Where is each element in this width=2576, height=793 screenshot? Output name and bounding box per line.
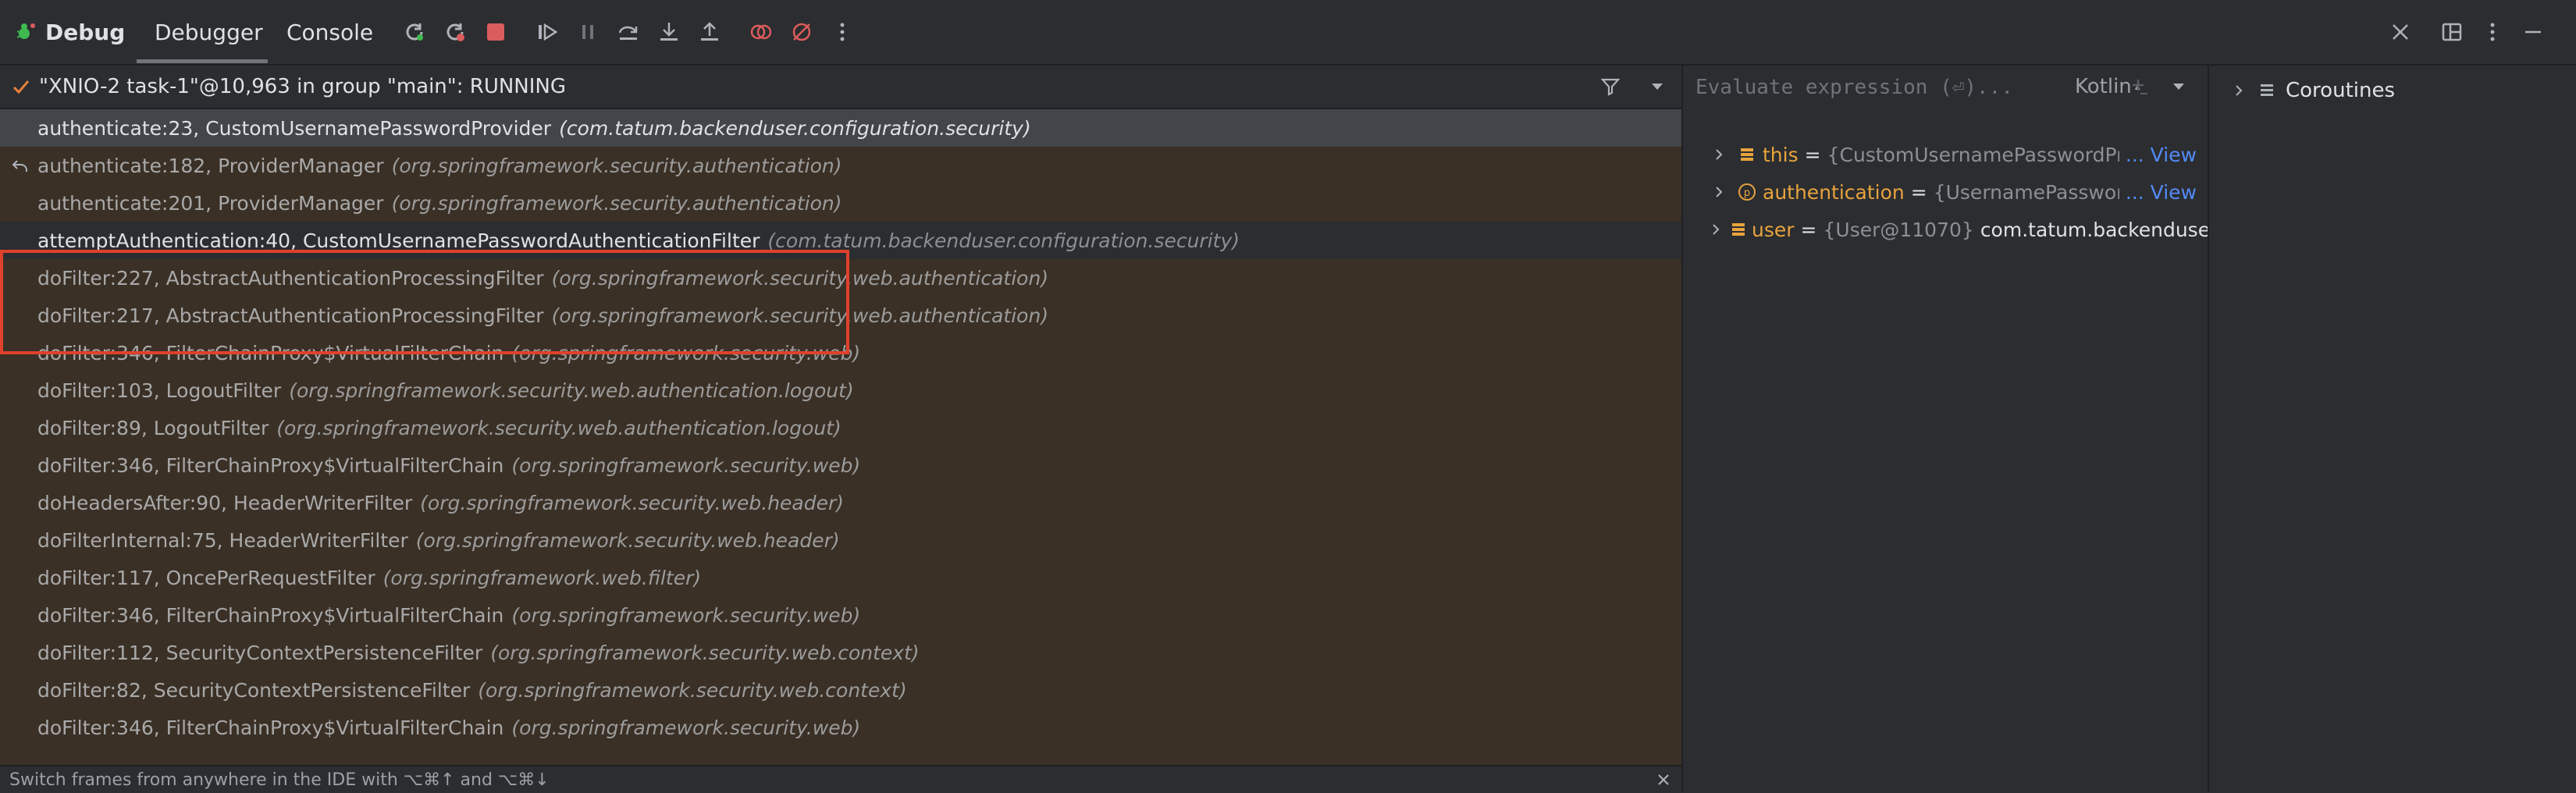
frame-row[interactable]: doFilter:117, OncePerRequestFilter (org.s… bbox=[0, 559, 1681, 596]
frame-row[interactable]: doFilter:82, SecurityContextPersistenceF… bbox=[0, 671, 1681, 709]
chevron-down-icon[interactable] bbox=[1644, 73, 1670, 100]
close-hint-icon[interactable] bbox=[1653, 770, 1674, 790]
more-icon[interactable] bbox=[827, 17, 857, 47]
mute-breakpoints-icon[interactable] bbox=[787, 17, 817, 47]
minimize-icon[interactable] bbox=[2518, 17, 2548, 47]
filter-icon[interactable] bbox=[1597, 73, 1624, 100]
thread-selector[interactable]: "XNIO-2 task-1"@10,963 in group "main": … bbox=[0, 66, 1681, 109]
drop-frame-icon[interactable] bbox=[9, 155, 31, 176]
svg-text:p: p bbox=[1744, 187, 1750, 199]
close-icon[interactable] bbox=[2386, 17, 2415, 47]
frame-row[interactable]: authenticate:182, ProviderManager (org.sp… bbox=[0, 147, 1681, 184]
chevron-right-icon[interactable] bbox=[2229, 81, 2248, 100]
frame-row[interactable]: doFilter:112, SecurityContextPersistence… bbox=[0, 634, 1681, 671]
frame-row[interactable]: doHeadersAfter:90, HeaderWriterFilter (or… bbox=[0, 484, 1681, 521]
frame-row[interactable]: doFilter:346, FilterChainProxy$VirtualFi… bbox=[0, 446, 1681, 484]
evaluate-bar: Kotlin▴ bbox=[1683, 66, 2208, 108]
step-into-icon[interactable] bbox=[654, 17, 684, 47]
frame-row[interactable]: doFilter:346, FilterChainProxy$VirtualFi… bbox=[0, 334, 1681, 372]
options-icon[interactable] bbox=[2478, 17, 2507, 47]
variable-row[interactable]: this = {CustomUsernamePasswordPro ... Vi… bbox=[1683, 136, 2208, 173]
status-hint: Switch frames from anywhere in the IDE w… bbox=[9, 770, 550, 790]
frame-row[interactable]: doFilterInternal:75, HeaderWriterFilter(… bbox=[0, 521, 1681, 559]
view-breakpoints-icon[interactable] bbox=[746, 17, 776, 47]
tab-console[interactable]: Console bbox=[286, 0, 373, 64]
stop-icon[interactable] bbox=[481, 17, 511, 47]
field-icon bbox=[1736, 144, 1758, 165]
frame-row[interactable]: doFilter:217, AbstractAuthenticationProc… bbox=[0, 297, 1681, 334]
frame-row[interactable]: attemptAuthentication:40, CustomUsername… bbox=[0, 222, 1681, 259]
check-icon bbox=[9, 75, 33, 98]
tab-debugger[interactable]: Debugger bbox=[155, 0, 263, 64]
frame-row[interactable]: doFilter:89, LogoutFilter (org.springfram… bbox=[0, 409, 1681, 446]
variable-row[interactable]: user = {User@11070} com.tatum.backenduse… bbox=[1683, 211, 2208, 248]
variables-tree: this = {CustomUsernamePasswordPro ... Vi… bbox=[1683, 109, 2208, 791]
frame-row[interactable]: doFilter:346, FilterChainProxy$VirtualFi… bbox=[0, 709, 1681, 746]
frame-row[interactable]: doFilter:346, FilterChainProxy$VirtualFi… bbox=[0, 596, 1681, 634]
add-watch-icon[interactable] bbox=[2128, 75, 2151, 98]
frame-row[interactable]: authenticate:23, CustomUsernamePasswordP… bbox=[0, 109, 1681, 147]
thread-label: "XNIO-2 task-1"@10,963 in group "main": … bbox=[39, 75, 567, 98]
frame-row[interactable]: authenticate:201, ProviderManager (org.sp… bbox=[0, 184, 1681, 222]
resume-icon[interactable] bbox=[532, 17, 562, 47]
layout-icon[interactable] bbox=[2437, 17, 2467, 47]
frame-row[interactable]: doFilter:103, LogoutFilter (org.springfra… bbox=[0, 372, 1681, 409]
list-icon bbox=[2256, 80, 2278, 101]
parameter-icon: p bbox=[1736, 181, 1758, 203]
view-link[interactable]: ... View bbox=[2119, 143, 2197, 166]
debug-toolbar: Debug Debugger Console bbox=[0, 0, 2576, 66]
frame-row[interactable]: doFilter:227, AbstractAuthenticationProc… bbox=[0, 259, 1681, 297]
chevron-right-icon[interactable] bbox=[1710, 145, 1728, 164]
step-out-icon[interactable] bbox=[695, 17, 724, 47]
chevron-down-icon[interactable] bbox=[2167, 75, 2190, 98]
debug-title: Debug bbox=[14, 0, 125, 64]
variable-row[interactable]: p authentication = {UsernamePasswordA ..… bbox=[1683, 173, 2208, 211]
coroutines-node[interactable]: Coroutines bbox=[2209, 66, 2576, 116]
field-icon bbox=[1730, 219, 1747, 240]
step-over-icon[interactable] bbox=[614, 17, 643, 47]
frames-list: authenticate:23, CustomUsernamePasswordP… bbox=[0, 109, 1681, 765]
evaluate-expression-input[interactable] bbox=[1694, 72, 2103, 103]
active-tab-indicator bbox=[137, 59, 268, 63]
bug-icon bbox=[14, 20, 37, 44]
coroutines-panel: Coroutines bbox=[2209, 66, 2576, 791]
status-bar: Switch frames from anywhere in the IDE w… bbox=[0, 765, 1681, 793]
rerun-failed-icon[interactable] bbox=[440, 17, 470, 47]
chevron-right-icon[interactable] bbox=[1710, 183, 1728, 201]
pause-icon[interactable] bbox=[573, 17, 603, 47]
rerun-icon[interactable] bbox=[400, 17, 429, 47]
view-link[interactable]: ... View bbox=[2119, 180, 2197, 204]
chevron-right-icon[interactable] bbox=[1710, 220, 1722, 239]
